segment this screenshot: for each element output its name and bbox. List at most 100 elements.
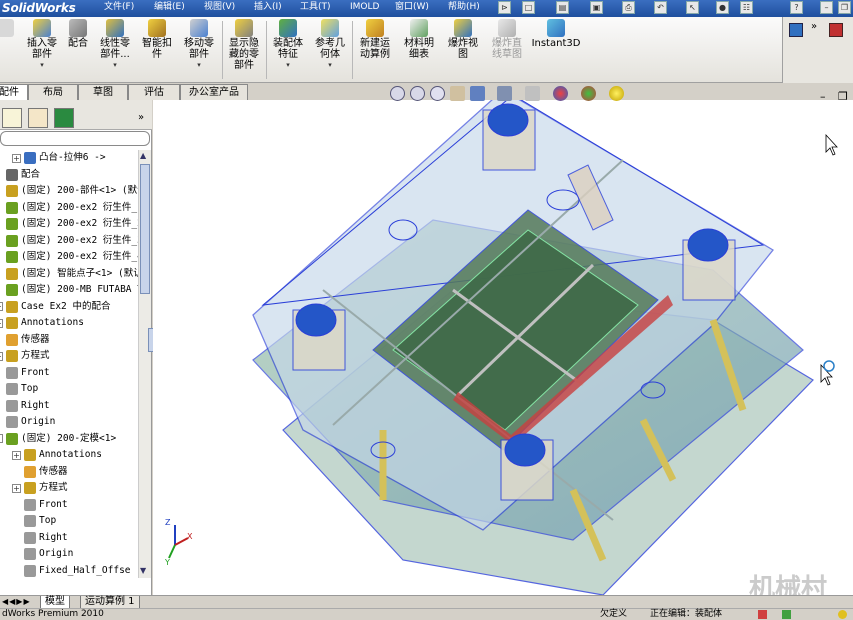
tree-item[interactable]: + 方程式 — [0, 348, 50, 364]
reference-geometry-button[interactable]: 参考几 何体 ▾ — [310, 19, 350, 81]
bom-button[interactable]: 材料明 细表 — [398, 19, 440, 81]
tree-item[interactable]: Fixed_Half_Offse — [12, 563, 131, 579]
tree-item[interactable]: Front — [12, 497, 68, 513]
mate-button[interactable]: 配合 — [64, 19, 92, 81]
chevron-down-icon[interactable]: ▾ — [20, 60, 64, 71]
menu-view[interactable]: 视图(V) — [204, 0, 235, 14]
print-icon[interactable]: ⎙ — [622, 1, 635, 14]
menu-file[interactable]: 文件(F) — [104, 0, 134, 14]
notification-icon[interactable] — [838, 610, 847, 619]
graphics-viewport[interactable]: Z X Y 机械村 — [153, 100, 853, 595]
tree-item[interactable]: (固定) 200-ex2 衍生件_1 — [0, 200, 138, 216]
chevron-down-icon[interactable]: ▾ — [310, 60, 350, 71]
expand-plus-icon[interactable]: + — [12, 483, 21, 493]
select-icon[interactable]: ↖ — [686, 1, 699, 14]
menu-window[interactable]: 窗口(W) — [395, 0, 429, 14]
view-settings-icon[interactable] — [609, 86, 624, 101]
zoom-to-fit-icon[interactable] — [390, 86, 405, 101]
display-style-icon[interactable] — [497, 86, 512, 101]
section-view-icon[interactable] — [450, 86, 465, 101]
feature-manager-tab-icon[interactable] — [2, 108, 22, 128]
expand-plus-icon[interactable]: + — [0, 351, 3, 361]
assembly-feature-button[interactable]: 装配体 特征 ▾ — [268, 19, 308, 81]
design-library-icon[interactable] — [829, 23, 843, 37]
tree-item[interactable]: 配合 — [0, 167, 40, 183]
tree-item[interactable]: + 凸台-拉伸6 -> — [12, 150, 106, 166]
previous-view-icon[interactable] — [430, 86, 445, 101]
tree-item[interactable]: Origin — [12, 546, 73, 562]
insert-component-button[interactable]: 插入零 部件 ▾ — [20, 19, 64, 81]
exploded-view-button[interactable]: 爆炸视 图 — [442, 19, 484, 81]
chevron-down-icon[interactable]: ▾ — [178, 60, 220, 71]
tab-evaluate[interactable]: 评估 — [128, 84, 180, 100]
task-pane-icon[interactable] — [789, 23, 803, 37]
tab-office-products[interactable]: 办公室产品 — [180, 84, 248, 100]
quick-tips-icon[interactable] — [782, 610, 791, 619]
tree-item[interactable]: Right — [0, 398, 50, 414]
tree-item[interactable]: Top — [0, 381, 38, 397]
tree-item[interactable]: (固定) 200-ex2 衍生件_3 — [0, 233, 138, 249]
show-hidden-components-button[interactable]: 显示隐 藏的零 部件 — [224, 19, 264, 81]
tree-item[interactable]: (固定) 200-ex2 衍生件_4 — [0, 249, 138, 265]
property-manager-tab-icon[interactable] — [28, 108, 48, 128]
chevron-down-icon[interactable]: ▾ — [94, 60, 136, 71]
undo-icon[interactable]: ↶ — [654, 1, 667, 14]
chevron-down-icon[interactable]: ▾ — [268, 60, 308, 71]
tree-item[interactable]: Right — [12, 530, 68, 546]
save-icon[interactable]: ▣ — [590, 1, 603, 14]
expand-plus-icon[interactable]: + — [12, 153, 21, 163]
tree-item[interactable]: + 方程式 — [12, 480, 68, 496]
edit-appearance-icon[interactable] — [553, 86, 568, 101]
scroll-up-icon[interactable]: ▲ — [140, 151, 146, 160]
expand-plus-icon[interactable]: + — [0, 302, 3, 311]
rebuild-status-icon[interactable] — [758, 610, 767, 619]
apply-scene-icon[interactable] — [581, 86, 596, 101]
expand-chevron-icon[interactable]: » — [811, 21, 817, 32]
tree-filter-input[interactable] — [0, 131, 150, 146]
tree-item[interactable]: Front — [0, 365, 50, 381]
viewport-restore-icon[interactable]: ❐ — [838, 90, 848, 103]
expand-plus-icon[interactable]: + — [0, 318, 3, 328]
instant3d-button[interactable]: Instant3D — [530, 19, 582, 81]
menu-imold[interactable]: IMOLD — [350, 0, 379, 14]
rebuild-icon[interactable]: ● — [716, 1, 729, 14]
menu-edit[interactable]: 编辑(E) — [154, 0, 185, 14]
menu-help[interactable]: 帮助(H) — [448, 0, 480, 14]
tree-item[interactable]: 传感器 — [12, 464, 68, 480]
tab-sketch[interactable]: 草图 — [78, 84, 128, 100]
collapse-minus-icon[interactable]: - — [0, 434, 3, 443]
view-orientation-icon[interactable] — [470, 86, 485, 101]
tree-item[interactable]: + Annotations — [12, 447, 102, 463]
tree-item[interactable]: Origin — [0, 414, 55, 430]
restore-icon[interactable]: ❐ — [838, 1, 851, 14]
tree-item[interactable]: Top — [12, 513, 56, 529]
tree-item[interactable]: (固定) 200-部件<1> (默认 — [0, 183, 138, 199]
menu-tools[interactable]: 工具(T) — [300, 0, 331, 14]
minimize-icon[interactable]: – — [820, 1, 833, 14]
tab-scroll-arrows-icon[interactable]: ◀◀▶▶ — [2, 597, 31, 606]
configuration-manager-tab-icon[interactable] — [54, 108, 74, 128]
tree-item[interactable]: + Case Ex2 中的配合 — [0, 299, 110, 315]
options-icon[interactable]: ☷ — [740, 1, 753, 14]
linear-pattern-button[interactable]: 线性零 部件... ▾ — [94, 19, 136, 81]
expand-plus-icon[interactable]: + — [12, 450, 21, 460]
tree-item[interactable]: 传感器 — [0, 332, 50, 348]
tab-layout[interactable]: 布局 — [28, 84, 78, 100]
new-document-icon[interactable]: □ — [522, 1, 535, 14]
tree-vertical-scrollbar[interactable]: ▲ ▼ — [138, 150, 151, 578]
panel-expand-icon[interactable]: » — [138, 112, 144, 123]
smart-fastener-button[interactable]: 智能扣 件 — [138, 19, 176, 81]
tree-item[interactable]: + Annotations — [0, 315, 84, 331]
tree-item[interactable]: (固定) 200-MB FUTABA Ty — [0, 282, 138, 298]
zoom-to-area-icon[interactable] — [410, 86, 425, 101]
tree-item[interactable]: (固定) 200-ex2 衍生件_2 — [0, 216, 138, 232]
tab-assembly[interactable]: 配件 — [0, 84, 28, 100]
move-component-button[interactable]: 移动零 部件 ▾ — [178, 19, 220, 81]
edit-component-button[interactable] — [0, 19, 16, 81]
tree-item[interactable]: - (固定) 200-定模<1> — [0, 431, 116, 447]
pin-icon[interactable]: ⊳ — [498, 1, 511, 14]
viewport-minimize-icon[interactable]: – — [820, 90, 826, 103]
scrollbar-thumb[interactable] — [140, 164, 150, 294]
new-motion-study-button[interactable]: 新建运 动算例 — [354, 19, 396, 81]
scroll-down-icon[interactable]: ▼ — [140, 566, 146, 575]
